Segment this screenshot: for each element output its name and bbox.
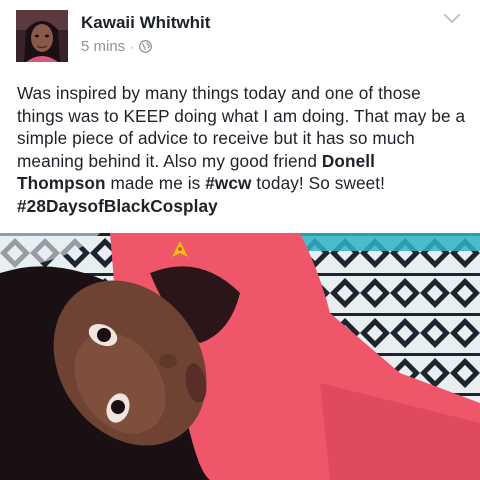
avatar[interactable] — [16, 10, 68, 62]
author-name[interactable]: Kawaii Whitwhit — [81, 13, 210, 33]
post-photo[interactable] — [0, 233, 480, 480]
globe-icon[interactable] — [139, 40, 153, 53]
chevron-down-icon[interactable] — [441, 11, 463, 27]
hashtag-28days[interactable]: #28DaysofBlackCosplay — [17, 196, 218, 216]
timestamp[interactable]: 5 mins — [81, 38, 125, 55]
post-meta: 5 mins · — [81, 38, 153, 55]
post-text-part-1: Was inspired by many things today and on… — [17, 83, 466, 171]
meta-separator: · — [130, 39, 135, 54]
post-text: Was inspired by many things today and on… — [17, 82, 467, 217]
post-text-part-3: today! So sweet! — [251, 173, 386, 193]
post-text-part-2: made me is — [105, 173, 206, 193]
hashtag-wcw[interactable]: #wcw — [205, 173, 251, 193]
post-header: Kawaii Whitwhit 5 mins · — [0, 0, 480, 66]
